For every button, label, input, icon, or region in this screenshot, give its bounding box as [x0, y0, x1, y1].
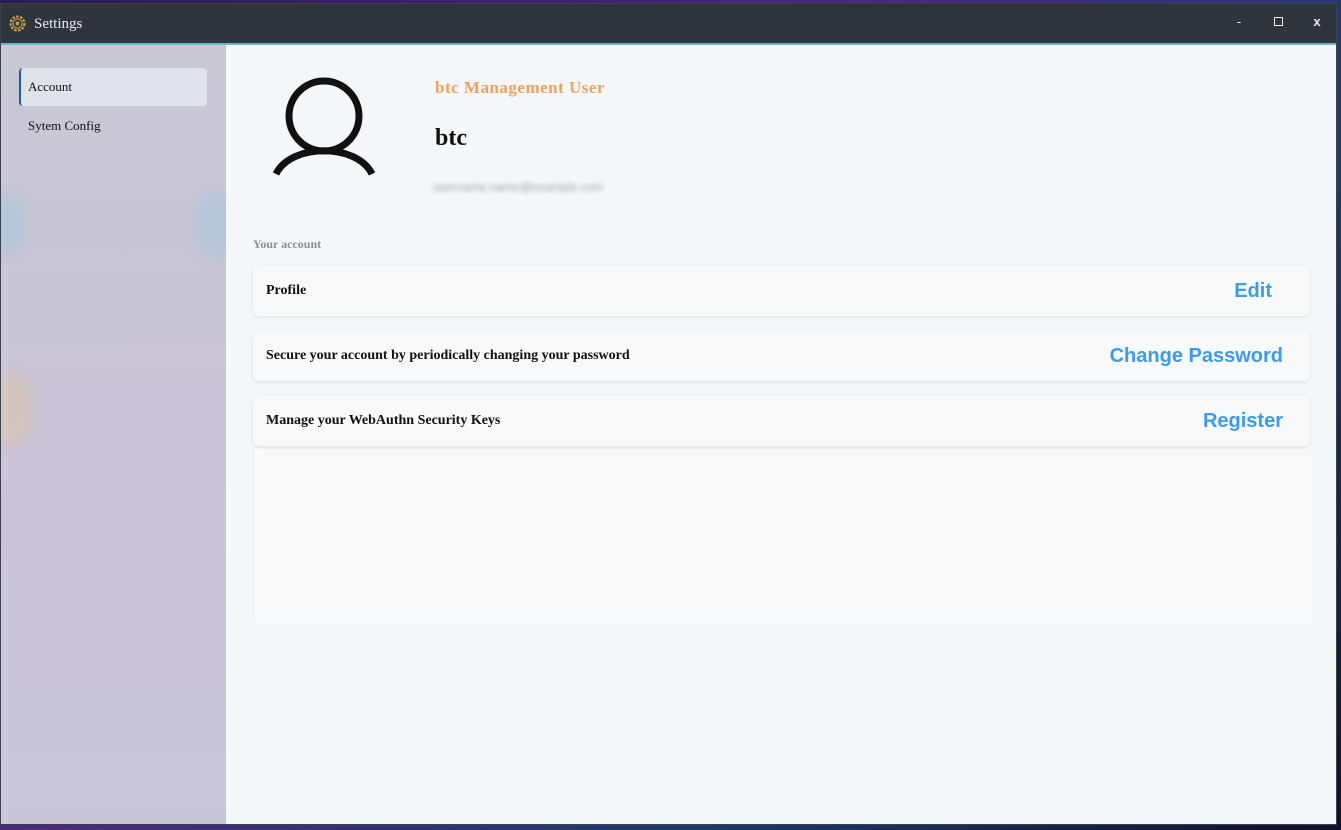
maximize-icon [1273, 16, 1283, 26]
username: btc [435, 125, 467, 151]
title-bar[interactable]: Settings - x [1, 4, 1336, 45]
row-label: Profile [266, 283, 307, 298]
change-password-button[interactable]: Change Password [1110, 331, 1283, 381]
background-blur-shape [1, 375, 31, 445]
close-button[interactable]: x [1298, 4, 1336, 43]
main-content: btc Management User btc username.name@ex… [227, 45, 1336, 824]
empty-panel [253, 449, 1311, 619]
sidebar: Account Sytem Config [1, 45, 226, 824]
sidebar-item-label: Account [28, 79, 73, 94]
row-label: Secure your account by periodically chan… [266, 348, 630, 363]
gear-icon [9, 15, 26, 32]
sidebar-item-label: Sytem Config [28, 118, 101, 133]
maximize-button[interactable] [1259, 4, 1297, 43]
security-keys-row: Manage your WebAuthn Security Keys Regis… [253, 396, 1310, 446]
edit-profile-button[interactable]: Edit [1234, 266, 1272, 316]
user-role: btc Management User [435, 78, 606, 97]
sidebar-item-account[interactable]: Account [19, 68, 207, 106]
close-icon: x [1313, 14, 1321, 29]
password-row: Secure your account by periodically chan… [253, 331, 1310, 381]
user-email: username.name@example.com [433, 181, 604, 194]
user-avatar-icon [273, 77, 376, 176]
section-label: Your account [253, 237, 322, 251]
minimize-icon: - [1236, 14, 1242, 29]
window-title: Settings [34, 16, 83, 32]
settings-window: Settings - x Account Sytem Config btc Ma… [0, 3, 1337, 825]
row-label: Manage your WebAuthn Security Keys [266, 413, 501, 428]
desktop-background: Settings - x Account Sytem Config btc Ma… [0, 0, 1341, 830]
background-blur-shape [1, 195, 28, 255]
background-blur-shape [193, 190, 226, 260]
sidebar-item-system-config[interactable]: Sytem Config [19, 107, 207, 145]
register-key-button[interactable]: Register [1203, 396, 1283, 446]
minimize-button[interactable]: - [1220, 4, 1258, 43]
profile-row: Profile Edit [253, 266, 1310, 316]
